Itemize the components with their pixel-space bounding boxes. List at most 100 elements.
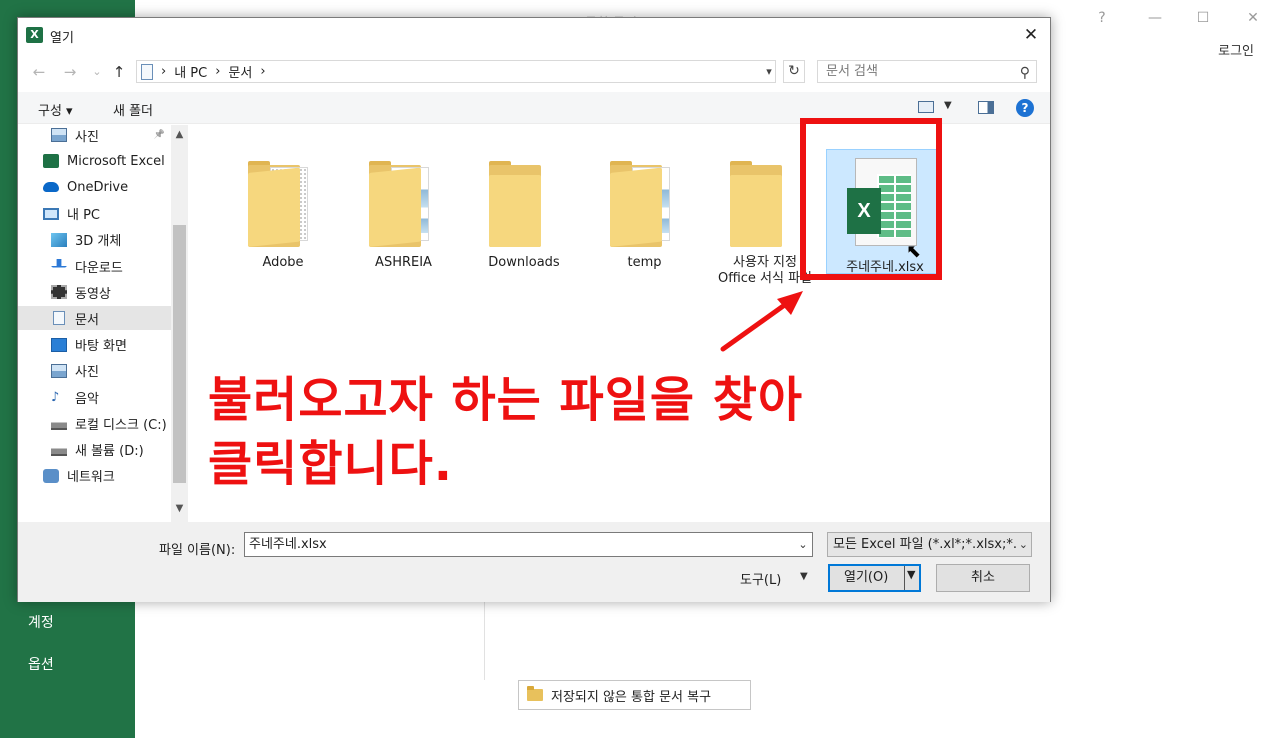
nav-item-13[interactable]: 네트워크 bbox=[18, 464, 187, 488]
picture-icon bbox=[51, 128, 67, 142]
nav-item-7[interactable]: 문서 bbox=[18, 306, 187, 331]
minimize-control[interactable]: — bbox=[1145, 8, 1165, 28]
desktop-icon bbox=[51, 337, 67, 352]
chevron-down-icon[interactable]: ▼ bbox=[800, 571, 808, 582]
nav-item-label: 문서 bbox=[75, 312, 99, 328]
nav-item-4[interactable]: 3D 개체 bbox=[18, 228, 187, 252]
organize-button[interactable]: 구성 ▾ bbox=[38, 100, 73, 119]
nav-item-label: 바탕 화면 bbox=[75, 339, 127, 355]
nav-item-6[interactable]: 동영상 bbox=[18, 280, 187, 304]
document-icon bbox=[53, 311, 65, 326]
forward-arrow-icon[interactable]: → bbox=[61, 62, 79, 82]
folder-name: temp bbox=[627, 255, 662, 270]
chevron-down-icon[interactable]: ▼ bbox=[944, 100, 952, 111]
video-icon bbox=[51, 285, 67, 300]
new-folder-button[interactable]: 새 폴더 bbox=[113, 100, 153, 119]
folder-tile[interactable]: Adobe bbox=[233, 161, 333, 271]
preview-pane-icon[interactable] bbox=[978, 101, 994, 114]
folder-name: ASHREIA bbox=[375, 255, 432, 270]
search-placeholder: 문서 검색 bbox=[826, 64, 878, 79]
nav-item-3[interactable]: 내 PC bbox=[18, 202, 187, 226]
breadcrumb-documents[interactable]: 문서 bbox=[228, 62, 252, 81]
filename-input[interactable]: 주네주네.xlsx bbox=[244, 532, 813, 557]
back-arrow-icon[interactable]: ← bbox=[30, 62, 48, 82]
maximize-control[interactable]: ☐ bbox=[1193, 8, 1213, 28]
nav-account[interactable]: 계정 bbox=[28, 612, 54, 632]
nav-options[interactable]: 옵션 bbox=[28, 654, 54, 674]
pin-icon: 📌 bbox=[153, 130, 165, 140]
folder-icon bbox=[248, 161, 318, 247]
music-icon: ♪ bbox=[51, 390, 60, 405]
folder-icon bbox=[609, 161, 680, 247]
nav-scrollbar[interactable]: ▲ ▼ bbox=[171, 125, 188, 522]
nav-item-label: 새 볼륨 (D:) bbox=[75, 443, 144, 459]
excel-icon: X bbox=[26, 27, 43, 43]
search-input[interactable]: 문서 검색 ⚲ bbox=[817, 60, 1037, 83]
nav-item-label: 동영상 bbox=[75, 286, 111, 302]
folder-name: Downloads bbox=[488, 255, 560, 270]
nav-item-1[interactable]: Microsoft Excel bbox=[18, 149, 187, 173]
annotation-line-1: 불러오고자 하는 파일을 찾아 bbox=[208, 372, 804, 428]
nav-item-label: 네트워크 bbox=[67, 470, 115, 486]
download-icon bbox=[51, 259, 67, 273]
filename-label: 파일 이름(N): bbox=[159, 543, 236, 558]
open-dropdown-icon[interactable]: ▼ bbox=[907, 568, 915, 581]
annotation-line-2: 클릭합니다. bbox=[208, 436, 454, 492]
recent-locations-icon[interactable]: ⌄ bbox=[88, 62, 106, 82]
chevron-down-icon[interactable]: ▾ bbox=[760, 60, 778, 83]
close-control[interactable]: ✕ bbox=[1243, 8, 1263, 28]
address-row: ← → ⌄ ↑ › 내 PC › 문서 › ▾ ↻ 문서 검색 ⚲ bbox=[18, 58, 1050, 86]
breadcrumb-pc[interactable]: 내 PC bbox=[174, 62, 207, 81]
cube-icon bbox=[51, 232, 67, 247]
filetype-select[interactable]: 모든 Excel 파일 (*.xl*;*.xlsx;*.xl ⌄ bbox=[827, 532, 1032, 557]
help-icon[interactable]: ? bbox=[1016, 99, 1034, 117]
close-button[interactable]: ✕ bbox=[1020, 24, 1042, 46]
folder-icon bbox=[730, 161, 800, 247]
cancel-button[interactable]: 취소 bbox=[936, 564, 1030, 592]
scroll-down-icon[interactable]: ▼ bbox=[173, 503, 186, 517]
address-bar[interactable]: › 내 PC › 문서 › bbox=[136, 60, 776, 83]
tools-button[interactable]: 도구(L) bbox=[740, 569, 781, 588]
login-link[interactable]: 로그인 bbox=[1218, 40, 1254, 59]
nav-item-label: OneDrive bbox=[67, 179, 129, 195]
picture-icon bbox=[51, 363, 67, 378]
breadcrumb-sep: › bbox=[260, 64, 266, 79]
highlight-box bbox=[800, 118, 942, 280]
nav-item-label: 사진 bbox=[75, 365, 99, 381]
nav-item-label: 음악 bbox=[75, 391, 99, 407]
scroll-up-icon[interactable]: ▲ bbox=[173, 129, 186, 143]
document-icon bbox=[141, 63, 153, 80]
network-icon bbox=[43, 468, 59, 483]
nav-item-label: Microsoft Excel bbox=[67, 153, 165, 169]
folder-tile[interactable]: ASHREIA bbox=[354, 161, 454, 271]
folder-icon bbox=[489, 161, 559, 247]
nav-item-label: 다운로드 bbox=[75, 260, 123, 276]
annotation-text: 불러오고자 하는 파일을 찾아 클릭합니다. bbox=[208, 368, 803, 496]
nav-item-11[interactable]: 로컬 디스크 (C:) bbox=[18, 411, 187, 435]
nav-item-8[interactable]: 바탕 화면 bbox=[18, 333, 187, 357]
split-divider bbox=[904, 566, 905, 590]
scroll-thumb[interactable] bbox=[173, 225, 186, 483]
folder-icon bbox=[368, 161, 439, 247]
nav-item-12[interactable]: 새 볼륨 (D:) bbox=[18, 437, 187, 461]
dialog-title: 열기 bbox=[50, 31, 74, 46]
drive-icon bbox=[51, 442, 67, 457]
nav-item-9[interactable]: 사진 bbox=[18, 359, 187, 383]
divider bbox=[484, 600, 485, 680]
nav-item-label: 3D 개체 bbox=[75, 234, 122, 250]
folder-tile[interactable]: Downloads bbox=[474, 161, 574, 271]
recover-unsaved-button[interactable]: 저장되지 않은 통합 문서 복구 bbox=[518, 680, 751, 710]
search-icon: ⚲ bbox=[1019, 65, 1030, 81]
nav-item-2[interactable]: OneDrive bbox=[18, 175, 187, 199]
chevron-down-icon: ⌄ bbox=[1016, 533, 1028, 556]
up-arrow-icon[interactable]: ↑ bbox=[110, 62, 128, 82]
nav-item-5[interactable]: 다운로드 bbox=[18, 254, 187, 278]
nav-item-0[interactable]: 사진 📌 bbox=[18, 125, 187, 147]
folder-tile[interactable]: temp bbox=[595, 161, 695, 271]
recover-label: 저장되지 않은 통합 문서 복구 bbox=[551, 689, 712, 705]
refresh-icon[interactable]: ↻ bbox=[783, 60, 805, 83]
view-options-icon[interactable] bbox=[918, 101, 934, 113]
nav-item-10[interactable]: ♪ 음악 bbox=[18, 385, 187, 409]
chevron-down-icon[interactable]: ⌄ bbox=[794, 532, 812, 557]
help-control[interactable]: ? bbox=[1092, 8, 1112, 28]
